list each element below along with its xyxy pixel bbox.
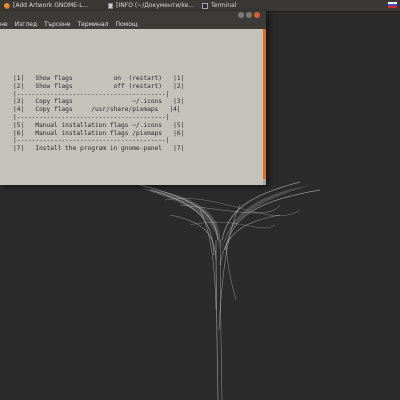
terminal-scrollbar[interactable] <box>263 29 266 185</box>
scrollbar-thumb[interactable] <box>263 29 266 179</box>
terminal-line: |1| Show flags on (restart) |1| <box>13 75 185 82</box>
terminal-line: |5| Manual installation flags ~/.icons |… <box>13 121 185 129</box>
terminal-icon <box>202 2 208 9</box>
taskbar-item-label: [INFO (~/Документи/ke... <box>116 2 194 9</box>
menu-item-help[interactable]: Помощ <box>116 21 138 28</box>
terminal-line: |7| Install the program in gnome-panel |… <box>13 145 185 153</box>
taskbar-item-label: Terminal <box>211 2 237 9</box>
terminal-line: |---------------------------------------… <box>13 113 170 121</box>
terminal-line: |2| Show flags off (restart) |2| <box>13 82 185 90</box>
terminal-menubar: не Изглед Търсене Терминал Помощ <box>0 19 266 29</box>
taskbar-item-label: [Add Artwork GNOME-L... <box>13 2 89 9</box>
menu-item-view[interactable]: Изглед <box>15 21 38 28</box>
terminal-line: |---------------------------------------… <box>13 137 170 145</box>
terminal-line: |3| Copy flags ~/.icons |3| <box>13 98 185 106</box>
firefox-icon <box>4 2 10 9</box>
menu-item-search[interactable]: Търсене <box>44 21 70 28</box>
taskbar-item-document[interactable]: [INFO (~/Документи/ke... <box>104 0 198 11</box>
taskbar-item-firefox[interactable]: [Add Artwork GNOME-L... <box>0 0 104 11</box>
terminal-line: |---------------------------------------… <box>13 90 170 98</box>
window-titlebar[interactable] <box>0 11 266 19</box>
terminal-line: |4| Copy flags /usr/share/pixmaps |4| <box>13 106 181 114</box>
taskbar-item-terminal[interactable]: Terminal <box>198 0 276 11</box>
keyboard-layout-flag-icon[interactable] <box>388 2 397 8</box>
maximize-button[interactable] <box>246 12 252 18</box>
minimize-button[interactable] <box>238 12 244 18</box>
terminal-line: |6| Manual installation flags /pixmaps |… <box>13 129 185 137</box>
terminal-output[interactable]: |1| Show flags on (restart) |1| |2| Show … <box>0 29 266 185</box>
document-icon <box>108 2 114 9</box>
close-button[interactable] <box>254 12 260 18</box>
terminal-window: не Изглед Търсене Терминал Помощ |1| Sho… <box>0 11 267 185</box>
menu-item-edit[interactable]: не <box>0 21 8 28</box>
menu-item-terminal[interactable]: Терминал <box>77 21 108 28</box>
